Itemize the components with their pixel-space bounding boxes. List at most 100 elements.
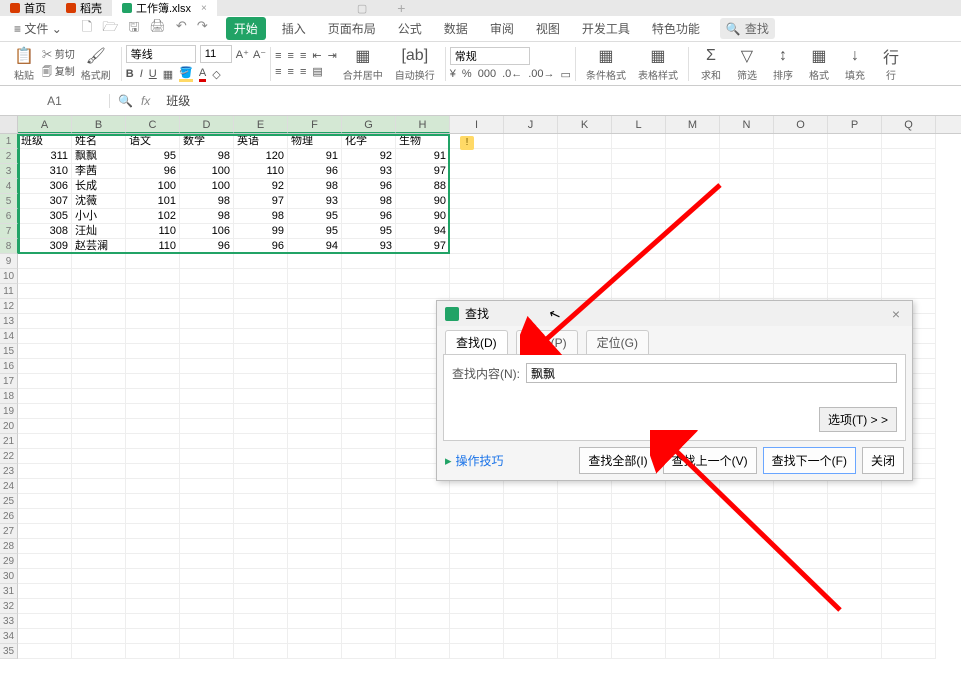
- cell[interactable]: 姓名: [72, 134, 126, 149]
- cell[interactable]: 305: [18, 209, 72, 224]
- cell[interactable]: [720, 194, 774, 209]
- cell[interactable]: 100: [126, 179, 180, 194]
- cell[interactable]: [720, 629, 774, 644]
- paste-group[interactable]: 📋 粘贴: [6, 46, 42, 82]
- cell[interactable]: 309: [18, 239, 72, 254]
- close-icon[interactable]: ×: [888, 306, 904, 322]
- cell[interactable]: [774, 194, 828, 209]
- cell[interactable]: [288, 584, 342, 599]
- increase-font-icon[interactable]: A⁺: [236, 48, 249, 61]
- cell[interactable]: [72, 314, 126, 329]
- cell[interactable]: [288, 539, 342, 554]
- cell[interactable]: [666, 629, 720, 644]
- cell[interactable]: [504, 599, 558, 614]
- cell[interactable]: [126, 359, 180, 374]
- cell[interactable]: [882, 269, 936, 284]
- cell[interactable]: [612, 209, 666, 224]
- row-header[interactable]: 13: [0, 314, 18, 329]
- cell[interactable]: [396, 494, 450, 509]
- cell[interactable]: [234, 539, 288, 554]
- cell[interactable]: 120: [234, 149, 288, 164]
- cell[interactable]: [288, 359, 342, 374]
- cell[interactable]: 汪灿: [72, 224, 126, 239]
- cell[interactable]: [720, 584, 774, 599]
- cell[interactable]: [180, 269, 234, 284]
- cell[interactable]: [504, 584, 558, 599]
- cell[interactable]: 98: [234, 209, 288, 224]
- cell[interactable]: [18, 254, 72, 269]
- cell[interactable]: [18, 509, 72, 524]
- cell[interactable]: [450, 224, 504, 239]
- cell[interactable]: 生物: [396, 134, 450, 149]
- cell[interactable]: [18, 329, 72, 344]
- cell[interactable]: [234, 494, 288, 509]
- cell[interactable]: [396, 524, 450, 539]
- find-next-button[interactable]: 查找下一个(F): [763, 447, 856, 474]
- cell[interactable]: [558, 599, 612, 614]
- cell[interactable]: 98: [180, 149, 234, 164]
- cell[interactable]: 95: [288, 224, 342, 239]
- cell[interactable]: [882, 494, 936, 509]
- cell[interactable]: 110: [126, 239, 180, 254]
- cell[interactable]: [828, 164, 882, 179]
- cell[interactable]: [504, 149, 558, 164]
- row-header[interactable]: 5: [0, 194, 18, 209]
- cell[interactable]: [558, 539, 612, 554]
- cell[interactable]: [828, 629, 882, 644]
- cell[interactable]: [342, 509, 396, 524]
- cell[interactable]: [180, 629, 234, 644]
- cell[interactable]: [18, 434, 72, 449]
- formula-input[interactable]: 班级: [158, 92, 961, 109]
- cell[interactable]: [126, 614, 180, 629]
- cell[interactable]: [666, 164, 720, 179]
- cell[interactable]: 92: [234, 179, 288, 194]
- cell[interactable]: [288, 434, 342, 449]
- cell[interactable]: 飘飘: [72, 149, 126, 164]
- font-size-input[interactable]: [200, 45, 232, 63]
- cell[interactable]: [450, 539, 504, 554]
- cell[interactable]: 90: [396, 194, 450, 209]
- cell[interactable]: [234, 614, 288, 629]
- tab-replace[interactable]: 替换(P): [516, 330, 578, 354]
- cell[interactable]: [288, 614, 342, 629]
- cell[interactable]: [450, 194, 504, 209]
- cell[interactable]: [504, 629, 558, 644]
- cell[interactable]: [882, 209, 936, 224]
- cell[interactable]: [180, 569, 234, 584]
- cell[interactable]: [288, 554, 342, 569]
- cell[interactable]: [558, 509, 612, 524]
- merge-center[interactable]: ▦ 合并居中: [337, 46, 389, 82]
- cell[interactable]: [126, 509, 180, 524]
- cell[interactable]: [720, 209, 774, 224]
- close-button[interactable]: 关闭: [862, 447, 904, 474]
- format-type-icon[interactable]: ▭: [561, 68, 571, 81]
- cell[interactable]: [396, 629, 450, 644]
- cell[interactable]: [882, 554, 936, 569]
- cell[interactable]: [396, 539, 450, 554]
- cell[interactable]: [342, 419, 396, 434]
- border-icon[interactable]: ▦: [163, 68, 173, 81]
- cell[interactable]: [666, 254, 720, 269]
- cell[interactable]: [774, 239, 828, 254]
- cell[interactable]: [342, 434, 396, 449]
- cell[interactable]: [180, 599, 234, 614]
- cell[interactable]: [504, 554, 558, 569]
- cell[interactable]: [882, 254, 936, 269]
- cell[interactable]: [234, 359, 288, 374]
- row-header[interactable]: 33: [0, 614, 18, 629]
- undo-icon[interactable]: ↶: [176, 18, 187, 40]
- cell[interactable]: [612, 584, 666, 599]
- open-icon[interactable]: 🗁: [102, 18, 118, 40]
- cell[interactable]: [72, 509, 126, 524]
- cell[interactable]: [504, 494, 558, 509]
- cell[interactable]: [234, 449, 288, 464]
- cell[interactable]: [450, 164, 504, 179]
- cell[interactable]: [450, 614, 504, 629]
- tab-home[interactable]: 首页: [0, 0, 56, 16]
- cell[interactable]: 95: [288, 209, 342, 224]
- cell[interactable]: [828, 494, 882, 509]
- find-all-button[interactable]: 查找全部(I): [579, 447, 656, 474]
- col-header[interactable]: G: [342, 116, 396, 133]
- menu-view[interactable]: 视图: [530, 18, 566, 39]
- cell[interactable]: [450, 494, 504, 509]
